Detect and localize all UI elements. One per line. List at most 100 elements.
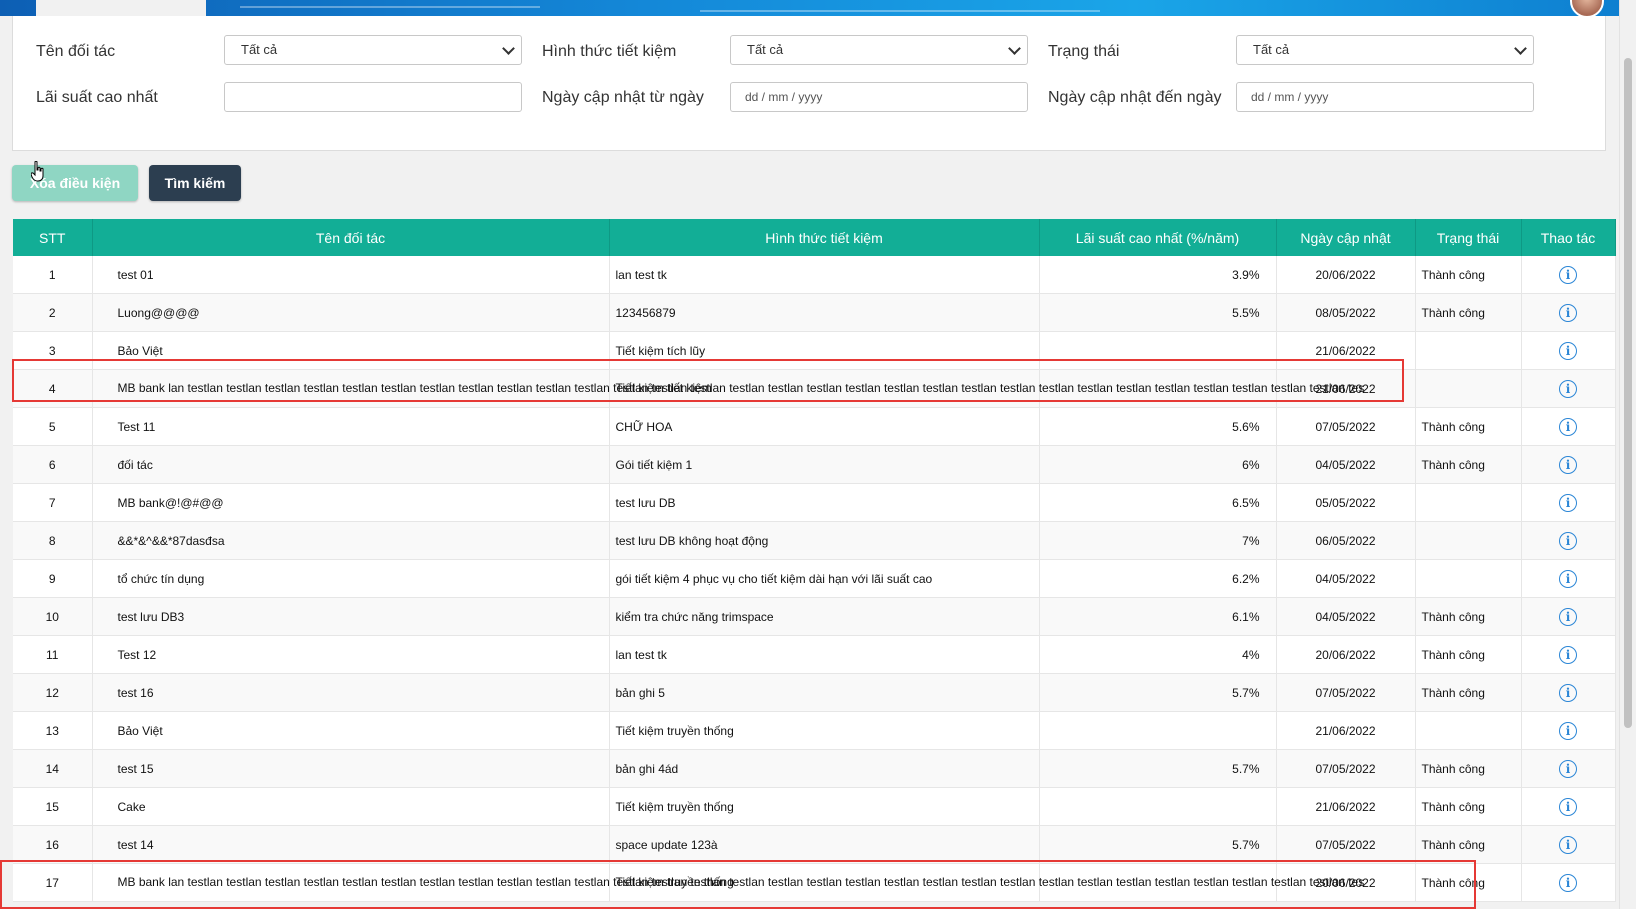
cell-actions: i <box>1521 863 1616 902</box>
table-row[interactable]: 7 MB bank@!@#@@ test lưu DB 6.5% 05/05/2022 i <box>13 483 1616 522</box>
header-tab[interactable] <box>36 0 206 16</box>
saving-type-label: Hình thức tiết kiệm <box>542 43 677 60</box>
info-icon[interactable]: i <box>1559 607 1577 626</box>
cell-updated-date: 07/05/2022 <box>1276 407 1416 446</box>
table-row[interactable]: 13 Bảo Việt Tiết kiệm truyền thống 21/06/20… <box>13 711 1616 750</box>
partner-select[interactable]: Tất cả <box>224 35 522 65</box>
cell-stt: 7 <box>13 483 93 522</box>
cell-status: Thành công <box>1415 749 1522 788</box>
table-row[interactable]: 9 tổ chức tín dụng gói tiết kiệm 4 phục vụ… <box>13 559 1616 598</box>
cell-actions: i <box>1521 256 1616 294</box>
cell-max-rate: 7% <box>1039 521 1277 560</box>
table-row[interactable]: 12 test 16 bản ghi 5 5.7% 07/05/2022 Thành cô… <box>13 673 1616 712</box>
from-date-placeholder: dd / mm / yyyy <box>745 90 823 104</box>
cell-max-rate: 6% <box>1039 445 1277 484</box>
info-icon[interactable]: i <box>1559 265 1577 284</box>
cell-status: Thành công <box>1415 673 1522 712</box>
info-icon[interactable]: i <box>1559 303 1577 322</box>
cell-stt: 16 <box>13 825 93 864</box>
cell-partner-text: MB bank lan testlan testlan testlan test… <box>117 381 1365 395</box>
cell-max-rate: 6.5% <box>1039 483 1277 522</box>
cell-saving-type-text: Tiết kiệm truyền thống <box>615 875 734 889</box>
search-button[interactable]: Tìm kiếm <box>149 165 241 201</box>
table-row[interactable]: 14 test 15 bản ghi 4ád 5.7% 07/05/2022 Thành … <box>13 749 1616 788</box>
cell-max-rate: 5.7% <box>1039 749 1277 788</box>
cell-partner: test 15 <box>92 749 610 788</box>
info-icon[interactable]: i <box>1559 455 1577 474</box>
table-row[interactable]: 6 đối tác Gói tiết kiệm 1 6% 04/05/2022 Thành… <box>13 445 1616 484</box>
info-icon[interactable]: i <box>1559 683 1577 702</box>
app-header-bar <box>0 0 1620 16</box>
avatar[interactable] <box>1570 0 1604 16</box>
status-select-value: Tất cả <box>1253 42 1290 57</box>
to-date-label: Ngày cập nhật đến ngày <box>1048 89 1222 106</box>
table-body: 1 test 01 lan test tk 3.9% 20/06/2022 Thành c… <box>13 256 1616 902</box>
from-date-input[interactable]: dd / mm / yyyy <box>730 82 1028 112</box>
info-icon[interactable]: i <box>1559 797 1577 816</box>
table-row[interactable]: 8 &&*&^&&*87dasđsa test lưu DB không hoạt … <box>13 521 1616 560</box>
table-row[interactable]: 15 Cake Tiết kiệm truyền thống 21/06/2022 Th… <box>13 787 1616 826</box>
cell-actions: i <box>1521 825 1616 864</box>
cell-max-rate: 5.5% <box>1039 293 1277 332</box>
cell-stt: 9 <box>13 559 93 598</box>
cell-updated-date: 04/05/2022 <box>1276 597 1416 636</box>
cell-status <box>1415 521 1522 560</box>
cell-status: Thành công <box>1415 787 1522 826</box>
table-row[interactable]: 4 MB bank lan testlan testlan testlan tes… <box>13 369 1616 408</box>
cell-max-rate: 4% <box>1039 635 1277 674</box>
info-icon[interactable]: i <box>1559 531 1577 550</box>
info-icon[interactable]: i <box>1559 417 1577 436</box>
cell-max-rate: 6.2% <box>1039 559 1277 598</box>
info-icon[interactable]: i <box>1559 873 1577 892</box>
info-icon[interactable]: i <box>1559 645 1577 664</box>
header-decoration <box>240 6 540 8</box>
cell-max-rate: 6.1% <box>1039 597 1277 636</box>
table-row[interactable]: 16 test 14 space update 123à 5.7% 07/05/2022… <box>13 825 1616 864</box>
cell-updated-date: 21/06/2022 <box>1276 787 1416 826</box>
cell-stt: 17 <box>13 863 93 902</box>
status-select[interactable]: Tất cả <box>1236 35 1534 65</box>
table-row[interactable]: 11 Test 12 lan test tk 4% 20/06/2022 Thành cô… <box>13 635 1616 674</box>
max-rate-input[interactable] <box>224 82 522 112</box>
cell-saving-type: kiểm tra chức năng trimspace <box>609 597 1040 636</box>
column-header-updated-date[interactable]: Ngày cập nhật <box>1276 219 1416 256</box>
scrollbar-thumb[interactable] <box>1624 58 1632 728</box>
cell-stt: 2 <box>13 293 93 332</box>
table-row[interactable]: 17 MB bank lan testlan testlan testlan te… <box>13 863 1616 902</box>
info-icon[interactable]: i <box>1559 493 1577 512</box>
info-icon[interactable]: i <box>1559 379 1577 398</box>
cell-stt: 5 <box>13 407 93 446</box>
cell-saving-type-text: Tiết kiệm tiết kiệm <box>615 381 712 395</box>
cell-actions: i <box>1521 369 1616 408</box>
cell-actions: i <box>1521 711 1616 750</box>
info-icon[interactable]: i <box>1559 835 1577 854</box>
info-icon[interactable]: i <box>1559 721 1577 740</box>
page-scrollbar[interactable] <box>1619 0 1636 909</box>
column-header-stt[interactable]: STT <box>13 219 93 256</box>
cell-stt: 13 <box>13 711 93 750</box>
cell-actions: i <box>1521 483 1616 522</box>
status-label: Trạng thái <box>1048 43 1120 60</box>
cell-status <box>1415 369 1522 408</box>
table-row[interactable]: 10 test lưu DB3 kiểm tra chức năng trimspa… <box>13 597 1616 636</box>
column-header-max-rate[interactable]: Lãi suất cao nhất (%/năm) <box>1039 219 1277 256</box>
cell-saving-type: gói tiết kiệm 4 phục vụ cho tiết kiệm dà… <box>609 559 1040 598</box>
column-header-status[interactable]: Trạng thái <box>1415 219 1522 256</box>
column-header-partner[interactable]: Tên đối tác <box>92 219 610 256</box>
table-row[interactable]: 2 Luong@@@@ 123456879 5.5% 08/05/2022 Thành c… <box>13 293 1616 332</box>
info-icon[interactable]: i <box>1559 569 1577 588</box>
table-row[interactable]: 5 Test 11 CHỮ HOA 5.6% 07/05/2022 Thành công i <box>13 407 1616 446</box>
table-row[interactable]: 1 test 01 lan test tk 3.9% 20/06/2022 Thành c… <box>13 256 1616 294</box>
cell-saving-type: CHỮ HOA <box>609 407 1040 446</box>
saving-type-select[interactable]: Tất cả <box>730 35 1028 65</box>
info-icon[interactable]: i <box>1559 341 1577 360</box>
column-header-saving-type[interactable]: Hình thức tiết kiệm <box>609 219 1040 256</box>
column-header-actions: Thao tác <box>1521 219 1616 256</box>
cell-partner: tổ chức tín dụng <box>92 559 610 598</box>
table-row[interactable]: 3 Bảo Việt Tiết kiệm tích lũy 21/06/2022 i <box>13 331 1616 370</box>
info-icon[interactable]: i <box>1559 759 1577 778</box>
to-date-input[interactable]: dd / mm / yyyy <box>1236 82 1534 112</box>
cell-status: Thành công <box>1415 825 1522 864</box>
cell-partner: test lưu DB3 <box>92 597 610 636</box>
cell-status: Thành công <box>1415 407 1522 446</box>
